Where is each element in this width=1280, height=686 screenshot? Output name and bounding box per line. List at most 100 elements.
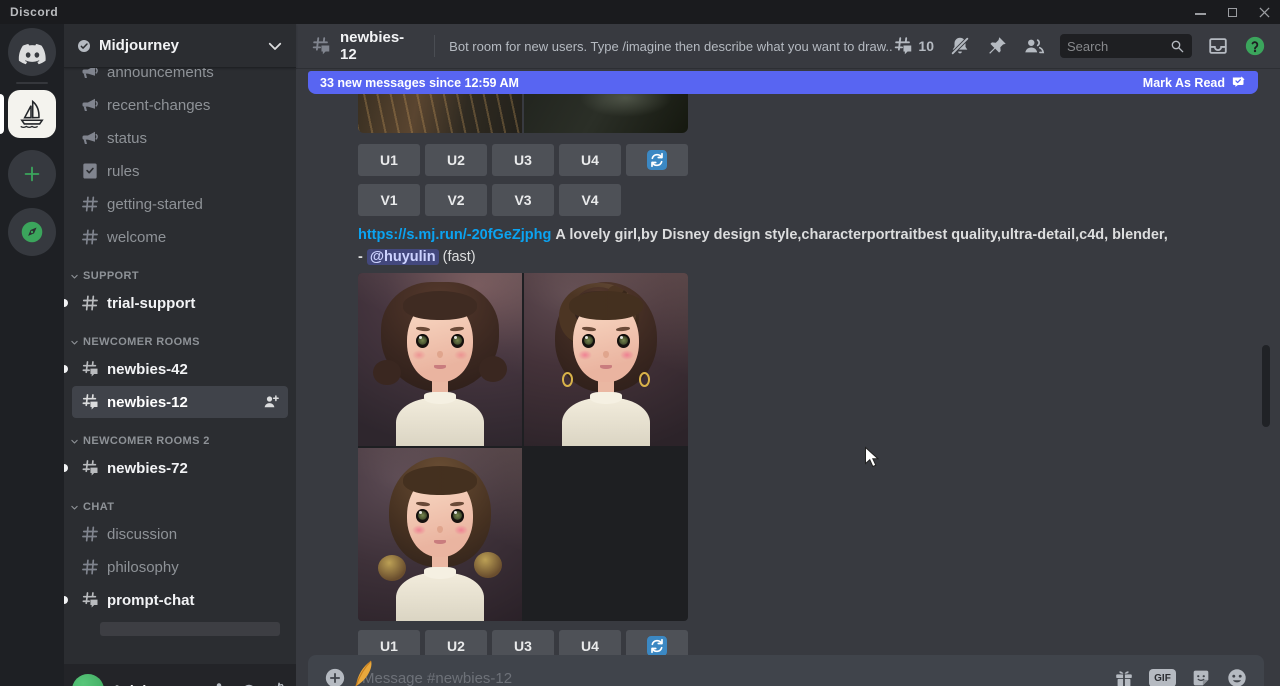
chat-hash-icon — [80, 359, 100, 379]
discord-logo-icon — [18, 38, 46, 66]
notifications-muted-icon[interactable] — [949, 35, 971, 57]
channel-label: welcome — [107, 229, 280, 246]
emoji-picker-icon[interactable] — [1226, 667, 1248, 686]
composer-placeholder[interactable]: Message #newbies-12 — [362, 670, 1113, 686]
generated-image-grid[interactable] — [358, 273, 688, 621]
previous-image-left — [358, 94, 522, 133]
message-composer[interactable]: Message #newbies-12 GIF — [308, 655, 1264, 686]
chat-hash-icon — [80, 458, 100, 478]
hash-icon — [80, 557, 100, 577]
category-newcomer-rooms-2[interactable]: NEWCOMER ROOMS 2 — [64, 419, 296, 451]
chat-hash-icon — [80, 590, 100, 610]
sidebar-item-newbies-12[interactable]: newbies-12 — [72, 386, 288, 418]
mic-icon[interactable] — [210, 681, 228, 686]
inbox-icon[interactable] — [1207, 35, 1229, 57]
rules-icon — [80, 161, 100, 181]
maximize-button[interactable] — [1226, 6, 1238, 18]
channel-label: getting-started — [107, 196, 280, 213]
member-list-icon[interactable] — [1023, 35, 1045, 57]
variation-button-row: V1V2V3V4 — [358, 184, 621, 216]
discord-home-button[interactable] — [8, 28, 56, 76]
pinned-messages-icon[interactable] — [986, 35, 1008, 57]
sidebar-item-status[interactable]: status — [72, 122, 288, 154]
close-button[interactable] — [1258, 6, 1270, 18]
sidebar-item-recent-changes[interactable]: recent-changes — [72, 89, 288, 121]
help-icon[interactable] — [1244, 35, 1266, 57]
channel-header: newbies-12 Bot room for new users. Type … — [296, 24, 1280, 68]
mark-read-icon — [1231, 75, 1246, 90]
app-title: Discord — [10, 5, 58, 19]
new-messages-bar[interactable]: 33 new messages since 12:59 AM Mark As R… — [308, 71, 1258, 94]
search-box[interactable] — [1060, 34, 1192, 58]
prompt-image-link[interactable]: https://s.mj.run/-20fGeZjphg — [358, 227, 551, 243]
person-add-icon[interactable] — [262, 393, 280, 411]
attach-plus-icon[interactable] — [324, 667, 346, 686]
hash-icon — [80, 227, 100, 247]
category-chevron-icon — [70, 437, 79, 446]
channel-list: announcements recent-changes statusrules ge… — [64, 68, 296, 666]
midjourney-server-button[interactable] — [8, 90, 56, 138]
category-chat[interactable]: CHAT — [64, 485, 296, 517]
sidebar-item-announcements[interactable]: announcements — [72, 68, 288, 88]
sidebar-item-welcome[interactable]: welcome — [72, 221, 288, 253]
category-name: NEWCOMER ROOMS — [83, 336, 200, 348]
sidebar-item-discussion[interactable]: discussion — [72, 518, 288, 550]
sailboat-icon — [15, 97, 49, 131]
category-chevron-icon — [70, 272, 79, 281]
previous-image-grid[interactable] — [358, 94, 688, 133]
server-header[interactable]: Midjourney — [64, 24, 296, 68]
add-server-button[interactable] — [8, 150, 56, 198]
v1-button[interactable]: V1 — [358, 184, 420, 216]
category-newcomer-rooms[interactable]: NEWCOMER ROOMS — [64, 320, 296, 352]
category-name: CHAT — [83, 501, 114, 513]
minimize-button[interactable] — [1194, 6, 1206, 18]
generated-portrait[interactable] — [524, 273, 688, 446]
user-avatar[interactable] — [72, 674, 104, 686]
threads-button[interactable]: 10 — [892, 35, 934, 57]
server-name: Midjourney — [99, 37, 259, 54]
user-mention[interactable]: @huyulin — [367, 249, 439, 265]
sidebar-item-prompt-chat[interactable]: prompt-chat — [72, 584, 288, 616]
u4-button[interactable]: U4 — [559, 144, 621, 176]
v3-button[interactable]: V3 — [492, 184, 554, 216]
threads-hash-icon — [892, 35, 914, 57]
discord-app: Discord — [0, 0, 1280, 686]
channel-label: newbies-42 — [107, 361, 280, 378]
v2-button[interactable]: V2 — [425, 184, 487, 216]
generated-portrait[interactable] — [358, 273, 522, 446]
settings-gear-icon[interactable] — [270, 681, 288, 686]
chat-hash-icon — [80, 392, 100, 412]
selected-server-pill — [0, 94, 4, 134]
mark-as-read-button[interactable]: Mark As Read — [1143, 75, 1246, 90]
headphones-icon[interactable] — [240, 681, 258, 686]
sidebar-item-getting-started[interactable]: getting-started — [72, 188, 288, 220]
category-name: SUPPORT — [83, 270, 139, 282]
v4-button[interactable]: V4 — [559, 184, 621, 216]
sidebar-item-newbies-72[interactable]: newbies-72 — [72, 452, 288, 484]
rerun-button[interactable] — [626, 144, 688, 176]
generated-portrait[interactable] — [358, 448, 522, 621]
sidebar-item-newbies-42[interactable]: newbies-42 — [72, 353, 288, 385]
u1-button[interactable]: U1 — [358, 144, 420, 176]
user-bar[interactable]: Ash lazz — [64, 664, 296, 686]
channel-label: recent-changes — [107, 97, 280, 114]
plus-icon — [21, 163, 43, 185]
megaphone-icon — [80, 95, 100, 115]
u2-button[interactable]: U2 — [425, 144, 487, 176]
sidebar-item-philosophy[interactable]: philosophy — [72, 551, 288, 583]
channel-topic[interactable]: Bot room for new users. Type /imagine th… — [449, 39, 892, 54]
channel-label: newbies-12 — [107, 394, 262, 411]
sidebar-item-trial-support[interactable]: trial-support — [72, 287, 288, 319]
gif-picker-button[interactable]: GIF — [1149, 669, 1176, 686]
search-input[interactable] — [1067, 39, 1169, 54]
category-support[interactable]: SUPPORT — [64, 254, 296, 286]
chat-scrollbar-thumb[interactable] — [1262, 345, 1270, 427]
channel-title: newbies-12 — [340, 29, 420, 63]
sidebar-item-rules[interactable]: rules — [72, 155, 288, 187]
u3-button[interactable]: U3 — [492, 144, 554, 176]
gift-icon[interactable] — [1113, 667, 1135, 686]
explore-servers-button[interactable] — [8, 208, 56, 256]
search-icon — [1169, 38, 1185, 54]
rail-divider — [16, 82, 48, 84]
sticker-icon[interactable] — [1190, 667, 1212, 686]
